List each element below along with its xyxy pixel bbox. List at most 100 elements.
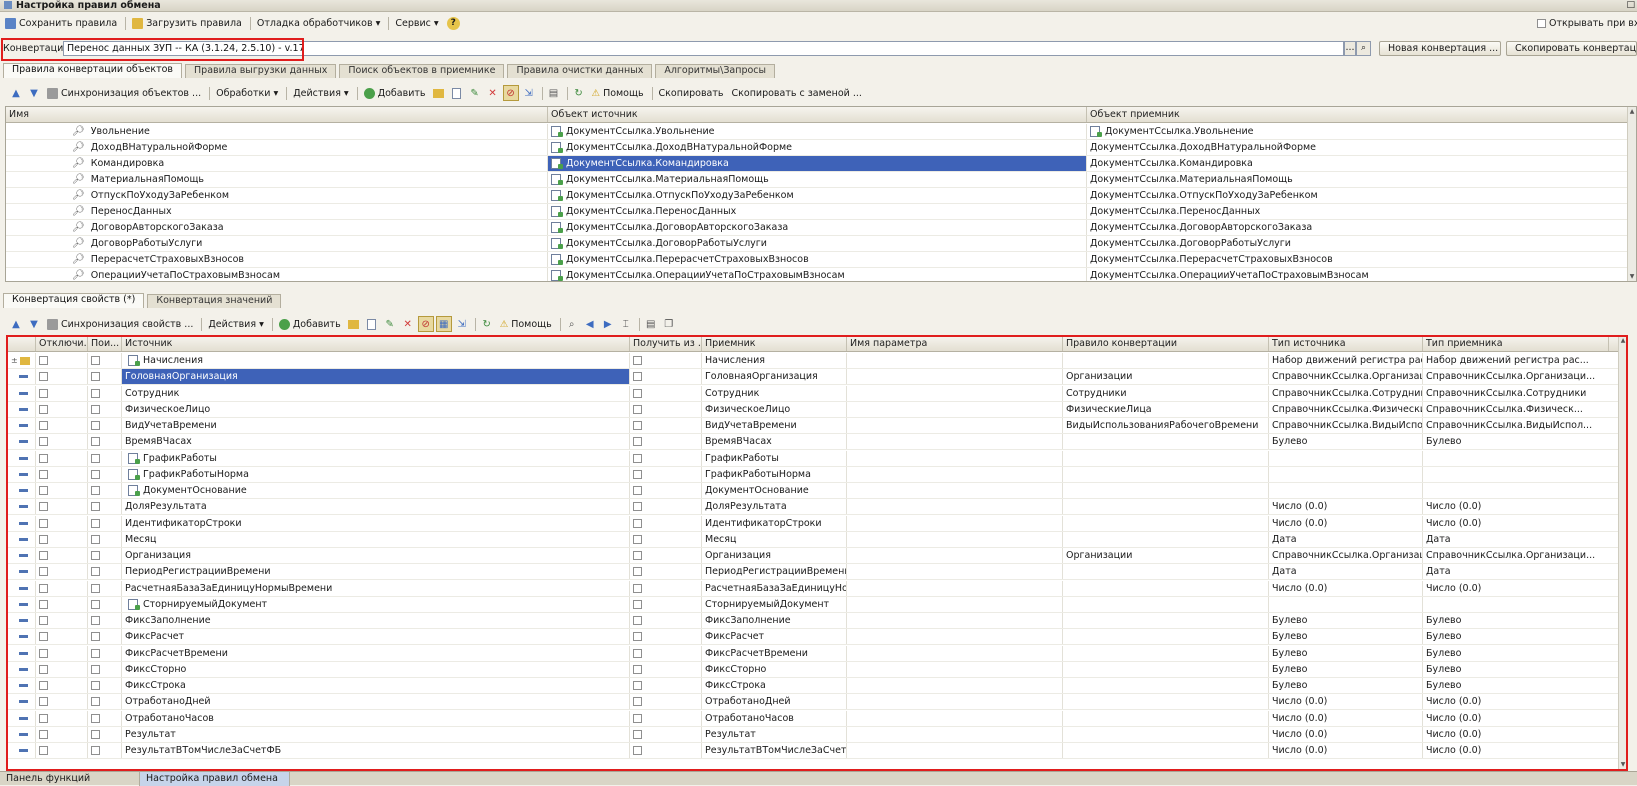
cell-conversion-rule[interactable] [1063,629,1269,645]
cell-search[interactable] [88,499,122,515]
cell-target-type[interactable]: СправочникСсылка.Организаци... [1423,369,1609,384]
cell-target-object[interactable]: ДокументСсылка.ОперацииУчетаПоСтраховымВ… [1087,268,1628,281]
search-checkbox[interactable] [91,469,100,479]
scroll-down-icon[interactable]: ▼ [1628,272,1636,281]
cell-source-type[interactable]: Число (0.0) [1269,710,1423,726]
cell-get-from[interactable] [630,548,702,563]
cell-get-from[interactable] [630,596,702,612]
cell-target[interactable]: ИдентификаторСтроки [702,515,847,531]
get-from-checkbox[interactable] [633,486,642,495]
vertical-scrollbar[interactable]: ▲ ▼ [1618,336,1627,769]
cell-source[interactable]: СторнируемыйДокумент [122,596,630,612]
cell-target[interactable]: Начисления [702,353,847,368]
get-from-checkbox[interactable] [633,356,642,365]
cell-disabled[interactable] [36,418,88,433]
cell-source[interactable]: ОтработаноЧасов [122,710,630,726]
table-row[interactable]: ОтработаноЧасов ОтработаноЧасов Число (0.0… [8,710,1618,727]
search-checkbox[interactable] [91,616,100,625]
cell-source[interactable]: ГрафикРаботыНорма [122,466,630,482]
move-to-group-icon[interactable]: ⇲ [454,316,470,332]
cell-conversion-rule[interactable]: ВидыИспользованияРабочегоВремени [1063,418,1269,433]
cell-target-type[interactable]: Число (0.0) [1423,743,1609,758]
get-from-checkbox[interactable] [633,469,642,479]
cell-name[interactable]: 🔎︎ ОперацииУчетаПоСтраховымВзносам [6,268,548,281]
table-row[interactable]: Сотрудник Сотрудник Сотрудники СправочникСс… [8,385,1618,402]
sync-properties-button[interactable]: Синхронизация свойств ... [44,316,196,332]
disabled-checkbox[interactable] [39,404,48,414]
col-target[interactable]: Приемник [702,336,847,351]
cell-source[interactable]: ФиксРасчетВремени [122,645,630,661]
cell-search[interactable] [88,613,122,628]
cell-conversion-rule[interactable] [1063,515,1269,531]
cell-target-type[interactable]: Булево [1423,646,1609,661]
cell-get-from[interactable] [630,629,702,645]
cell-search[interactable] [88,450,122,466]
cell-disabled[interactable] [36,483,88,498]
cell-disabled[interactable] [36,613,88,628]
cell-search[interactable] [88,694,122,710]
cell-get-from[interactable] [630,450,702,466]
service-menu[interactable]: Сервис ▾ [392,15,441,31]
cell-target[interactable]: СторнируемыйДокумент [702,596,847,612]
cell-target-type[interactable]: Булево [1423,434,1609,449]
cell-disabled[interactable] [36,369,88,385]
cell-param-name[interactable] [847,710,1063,726]
search-checkbox[interactable] [91,437,100,447]
disabled-checkbox[interactable] [39,551,48,560]
cell-target-type[interactable]: Набор движений регистра рас... [1423,353,1609,368]
cell-get-from[interactable] [630,661,702,677]
search-checkbox[interactable] [91,502,100,512]
get-from-checkbox[interactable] [633,372,642,382]
cell-conversion-rule[interactable] [1063,466,1269,482]
move-down-icon[interactable]: ▼ [26,316,42,332]
table-row[interactable]: РезультатВТомЧислеЗаСчетФБ РезультатВТомЧ… [8,743,1618,759]
cell-search[interactable] [88,385,122,401]
conversion-select-input[interactable]: Перенос данных ЗУП -- КА (3.1.24, 2.5.10… [63,41,1344,56]
cell-target-type[interactable]: Дата [1423,564,1609,579]
get-from-checkbox[interactable] [633,713,642,723]
cell-source-type[interactable]: СправочникСсылка.Сотрудники [1269,385,1423,401]
cell-param-name[interactable] [847,548,1063,563]
cell-source[interactable]: РезультатВТомЧислеЗаСчетФБ [122,743,630,758]
cell-conversion-rule[interactable]: Сотрудники [1063,385,1269,401]
cell-source[interactable]: РасчетнаяБазаЗаЕдиницуНормыВремени [122,580,630,596]
add-folder-icon[interactable] [431,85,447,101]
search-icon[interactable]: ⌕ [564,316,580,332]
cell-param-name[interactable] [847,401,1063,417]
cell-conversion-rule[interactable] [1063,434,1269,450]
cell-source-object[interactable]: ДокументСсылка.Командировка [548,156,1087,171]
col-get-from[interactable]: Получить из ... [630,336,702,351]
cell-conversion-rule[interactable] [1063,531,1269,547]
get-from-checkbox[interactable] [633,534,642,544]
search-checkbox[interactable] [91,583,100,593]
cell-source[interactable]: ФиксЗаполнение [122,613,630,628]
cell-source-type[interactable]: Дата [1269,564,1423,580]
cell-get-from[interactable] [630,434,702,450]
cell-source-object[interactable]: ДокументСсылка.ДоговорАвторскогоЗаказа [548,220,1087,235]
cell-target-type[interactable]: Булево [1423,662,1609,677]
arrow-right-icon[interactable]: ▶ [600,316,616,332]
col-name[interactable]: Имя [6,107,548,122]
disabled-checkbox[interactable] [39,486,48,495]
table-row[interactable]: ВремяВЧасах ВремяВЧасах Булево Булево [8,434,1618,451]
cell-source-type[interactable]: Число (0.0) [1269,499,1423,515]
cell-search[interactable] [88,645,122,661]
cell-target[interactable]: ГрафикРаботы [702,450,847,466]
col-param-name[interactable]: Имя параметра [847,336,1063,351]
cell-search[interactable] [88,369,122,385]
search-checkbox[interactable] [91,388,100,398]
cell-source-type[interactable]: Число (0.0) [1269,694,1423,710]
search-checkbox[interactable] [91,453,100,463]
copy-row-icon[interactable] [449,85,465,101]
cell-source-object[interactable]: ДокументСсылка.МатериальнаяПомощь [548,172,1087,187]
cell-disabled[interactable] [36,678,88,693]
table-row[interactable]: ПериодРегистрацииВремени ПериодРегистраци… [8,564,1618,581]
cell-source-object[interactable]: ДокументСсылка.Увольнение [548,124,1087,139]
cell-search[interactable] [88,515,122,531]
cell-target[interactable]: ГрафикРаботыНорма [702,466,847,482]
cell-disabled[interactable] [36,499,88,515]
search-checkbox[interactable] [91,681,100,690]
cell-source[interactable]: ДокументОснование [122,483,630,498]
cell-param-name[interactable] [847,515,1063,531]
cell-conversion-rule[interactable]: ФизическиеЛица [1063,401,1269,417]
